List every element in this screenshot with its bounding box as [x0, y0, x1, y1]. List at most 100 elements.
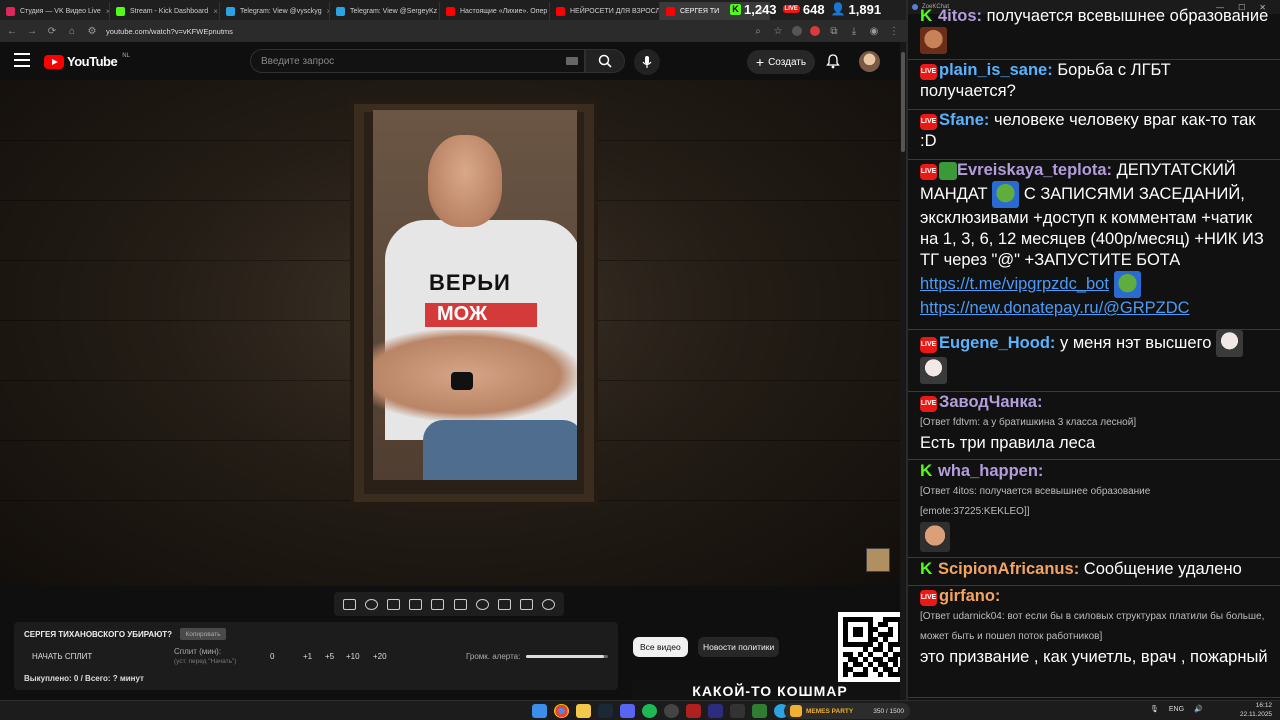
person-head — [428, 135, 502, 227]
split-plus-5-button[interactable]: +5 — [325, 652, 334, 661]
browser-tab[interactable]: Настоящие «Лихие». Опер× — [440, 2, 550, 20]
browser-tab[interactable]: Telegram: View @SergeyKz× — [330, 2, 440, 20]
notifications-bell-icon[interactable] — [826, 54, 840, 74]
film-icon[interactable] — [409, 598, 423, 610]
chip-politics-news[interactable]: Новости политики — [698, 637, 780, 657]
site-info-icon[interactable]: ⚙ — [86, 26, 98, 37]
chat-link[interactable]: https://t.me/vipgrpzdc_bot — [920, 275, 1109, 293]
spotify-icon[interactable] — [642, 704, 657, 718]
chat-nickname[interactable]: wha_happen: — [938, 462, 1043, 480]
zoom-icon[interactable]: ⌕ — [752, 26, 764, 37]
tab-favicon-icon — [446, 6, 455, 16]
profile-icon[interactable]: ◉ — [868, 26, 880, 37]
chat-link[interactable]: https://new.donatepay.ru/@GRPZDC — [920, 299, 1190, 317]
puzzle-icon[interactable]: ⧉ — [828, 26, 840, 37]
tab-close-icon[interactable]: × — [213, 7, 218, 16]
video-player[interactable]: ВЕРЬИ МОЖ — [0, 80, 900, 586]
pepe-emote-icon — [1113, 271, 1141, 298]
tab-label: НЕЙРОСЕТИ ДЛЯ ВЗРОСЛ — [570, 7, 660, 15]
memes-party-widget[interactable]: MEMES PARTY 350 / 1500 — [784, 703, 910, 719]
app-icon[interactable] — [730, 704, 745, 718]
split-plus-10-button[interactable]: +10 — [346, 652, 360, 661]
split-plus-1-button[interactable]: +1 — [303, 652, 312, 661]
search-icon — [598, 54, 612, 68]
youtube-wordmark: YouTube — [67, 54, 118, 69]
screenshot-icon[interactable] — [520, 598, 534, 610]
total-viewers: 1,891 — [848, 1, 882, 17]
youtube-logo[interactable]: YouTube NL — [44, 53, 130, 69]
app-icon[interactable] — [708, 704, 723, 718]
chat-nickname[interactable]: Eugene_Hood: — [939, 334, 1055, 352]
cast-icon[interactable] — [386, 598, 400, 610]
chat-nickname[interactable]: ScipionAfricanus: — [938, 560, 1079, 578]
browser-tab[interactable]: Telegram: View @vysckyg× — [220, 2, 330, 20]
app-icon[interactable] — [686, 704, 701, 718]
clock[interactable]: 16:12 22.11.2025 — [1240, 702, 1272, 719]
obs-icon[interactable] — [664, 704, 679, 718]
scrollbar-thumb[interactable] — [901, 52, 905, 152]
search-input[interactable]: Введите запрос — [250, 49, 585, 73]
frames-icon[interactable] — [453, 598, 467, 610]
copy-button[interactable]: Копировать — [180, 628, 226, 640]
live-platform-icon: LIVE — [920, 590, 937, 606]
split-value[interactable]: 0 — [270, 652, 274, 661]
live-platform-icon: LIVE — [920, 114, 937, 130]
discord-icon[interactable] — [620, 704, 635, 718]
create-button[interactable]: + Создать — [747, 50, 815, 74]
bookmark-star-icon[interactable]: ☆ — [772, 26, 784, 37]
reload-icon[interactable]: ⟳ — [46, 26, 58, 37]
broadcast-icon[interactable] — [364, 598, 378, 610]
speed-icon[interactable] — [475, 598, 489, 610]
steam-icon[interactable] — [598, 704, 613, 718]
chat-nickname[interactable]: 4itos: — [938, 7, 982, 25]
channel-watermark[interactable] — [866, 548, 890, 572]
loop-icon[interactable] — [342, 598, 356, 610]
app-icon[interactable] — [752, 704, 767, 718]
download-icon[interactable]: ⤓ — [848, 26, 860, 37]
split-plus-20-button[interactable]: +20 — [373, 652, 387, 661]
browser-window: Студия — VK Видео Live×Stream - Kick Das… — [0, 0, 906, 700]
start-split-button[interactable]: НАЧАТЬ СПЛИТ — [32, 652, 92, 661]
language-indicator[interactable]: ENG — [1169, 706, 1184, 713]
url-field[interactable]: youtube.com/watch?v=vKFWEpnutms — [106, 27, 744, 36]
chat-reply-quote: [Ответ fdtvm: а у братишкина 3 класса ле… — [920, 417, 1137, 428]
chat-nickname[interactable]: ЗаводЧанка: — [939, 393, 1042, 411]
back-icon[interactable]: ← — [6, 26, 18, 37]
chat-nickname[interactable]: plain_is_sane: — [939, 61, 1053, 79]
chip-all-videos[interactable]: Все видео — [633, 637, 688, 657]
browser-tab[interactable]: Stream - Kick Dashboard × — [110, 2, 220, 20]
extension-icon[interactable] — [810, 26, 820, 36]
browser-tab[interactable]: НЕЙРОСЕТИ ДЛЯ ВЗРОСЛ× — [550, 2, 660, 20]
alert-volume-label: Громк. алерта: — [466, 652, 521, 661]
chat-message: LIVE Sfane: человеке человеку враг как-то… — [908, 110, 1280, 160]
picture-icon[interactable] — [431, 598, 445, 610]
youtube-header: YouTube NL Введите запрос + Создать — [0, 42, 906, 80]
chat-nickname[interactable]: Evreiskaya_teplota: — [957, 161, 1112, 179]
home-icon[interactable]: ⌂ — [66, 26, 78, 37]
avatar[interactable] — [859, 51, 880, 72]
mic-tray-icon[interactable]: 🎙 — [1150, 705, 1159, 713]
alert-volume-fill — [526, 655, 604, 658]
viewer-counters: K 1,243 LIVE 648 👤 1,891 — [730, 0, 906, 18]
hamburger-menu-icon[interactable] — [14, 53, 30, 67]
keyboard-icon[interactable] — [566, 57, 578, 65]
settings-gear-icon[interactable] — [542, 598, 556, 610]
alert-volume-slider[interactable] — [526, 655, 608, 658]
chat-nickname[interactable]: girfano: — [939, 587, 1000, 605]
search-button[interactable] — [585, 49, 625, 73]
add-frame-icon[interactable] — [497, 598, 511, 610]
volume-tray-icon[interactable]: 🔊 — [1194, 705, 1203, 713]
folder-icon[interactable] — [576, 704, 591, 718]
recommended-video-banner[interactable]: КАКОЙ-ТО КОШМАР — [632, 680, 906, 700]
chat-nickname[interactable]: Sfane: — [939, 111, 989, 129]
chrome-icon[interactable] — [554, 704, 569, 718]
voice-search-button[interactable] — [634, 49, 660, 75]
kick-viewers: 1,243 — [744, 1, 777, 17]
browser-tab[interactable]: Студия — VK Видео Live× — [0, 2, 110, 20]
face-emote-icon — [920, 27, 947, 54]
forward-icon[interactable]: → — [26, 26, 38, 37]
more-icon[interactable]: ⋮ — [888, 26, 900, 37]
start-icon[interactable] — [532, 704, 547, 718]
tab-favicon-icon — [666, 6, 675, 16]
extension-icon[interactable] — [792, 26, 802, 36]
